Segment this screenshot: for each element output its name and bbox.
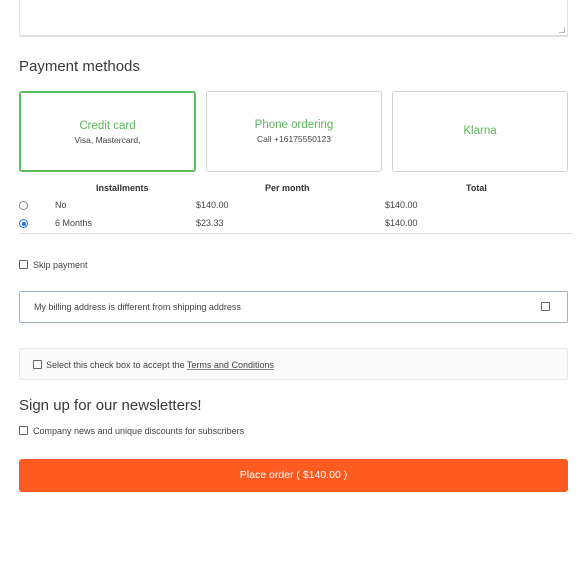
total-header: Total (466, 183, 487, 193)
installment-label: No (55, 200, 67, 210)
installment-row-no[interactable]: No $140.00 $140.00 (19, 198, 573, 215)
method-description: Call +16175550123 (257, 134, 331, 144)
terms-prefix: Select this check box to accept the (46, 360, 185, 370)
place-order-button[interactable]: Place order ( $140.00 ) (19, 459, 568, 492)
newsletter-title: Sign up for our newsletters! (19, 397, 202, 414)
payment-method-credit-card[interactable]: Credit card Visa, Mastercard, (19, 91, 196, 172)
skip-payment-option[interactable]: Skip payment (19, 259, 88, 270)
method-description: Visa, Mastercard, (74, 135, 141, 145)
terms-box: Select this check box to accept the Term… (19, 348, 568, 380)
newsletter-option[interactable]: Company news and unique discounts for su… (19, 425, 244, 436)
installment-per-month: $23.33 (196, 218, 224, 228)
newsletter-checkbox[interactable] (19, 426, 28, 436)
method-name: Credit card (79, 120, 136, 132)
previous-textarea[interactable] (19, 0, 568, 37)
skip-payment-label: Skip payment (33, 259, 88, 270)
terms-checkbox[interactable] (33, 360, 42, 369)
billing-address-toggle[interactable]: My billing address is different from shi… (19, 291, 568, 323)
installment-radio[interactable] (19, 201, 28, 210)
method-name: Phone ordering (254, 119, 334, 131)
terms-link[interactable]: Terms and Conditions (187, 360, 274, 370)
newsletter-label: Company news and unique discounts for su… (33, 425, 245, 436)
resize-grip-icon[interactable] (559, 27, 565, 33)
installment-label: 6 Months (55, 218, 93, 228)
payment-methods-title: Payment methods (19, 58, 140, 75)
payment-method-klarna[interactable]: Klarna (392, 91, 568, 172)
payment-method-phone-ordering[interactable]: Phone ordering Call +16175550123 (206, 91, 382, 172)
billing-address-label: My billing address is different from shi… (34, 302, 241, 312)
installment-total: $140.00 (385, 218, 418, 228)
installments-header: Installments (96, 183, 149, 193)
billing-address-checkbox[interactable] (541, 302, 550, 311)
terms-text: Select this check box to accept the Term… (46, 360, 274, 370)
skip-payment-checkbox[interactable] (19, 260, 28, 270)
installment-per-month: $140.00 (196, 200, 229, 210)
per-month-header: Per month (265, 183, 310, 193)
installment-row-6-months[interactable]: 6 Months $23.33 $140.00 (19, 216, 573, 233)
installment-total: $140.00 (385, 200, 418, 210)
installment-radio[interactable] (19, 219, 28, 228)
method-name: Klarna (463, 125, 497, 137)
divider (19, 233, 573, 234)
